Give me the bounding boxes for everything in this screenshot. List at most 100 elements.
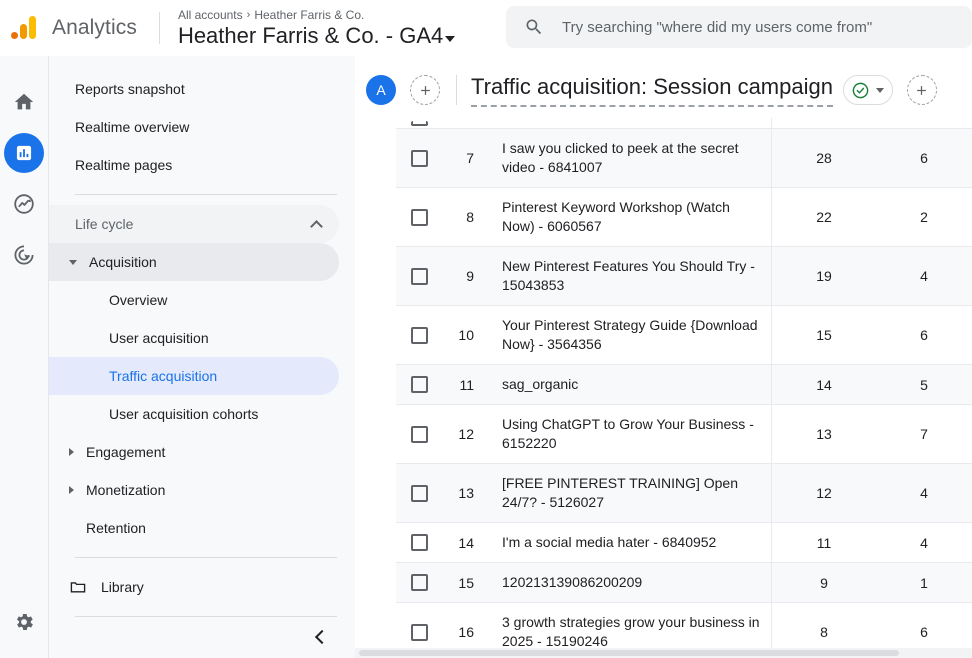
row-index: 7 (466, 150, 474, 166)
row-checkbox[interactable] (410, 267, 428, 285)
row-checkbox[interactable] (410, 376, 428, 393)
row-checkbox[interactable] (410, 120, 428, 126)
icon-rail (0, 56, 48, 658)
sidebar-group-acquisition[interactable]: Acquisition (49, 243, 339, 281)
row-index (442, 118, 480, 128)
sidebar-item-realtime-pages[interactable]: Realtime pages (49, 146, 339, 184)
row-checkbox-cell[interactable] (396, 563, 442, 602)
sidebar-item-label: Retention (86, 520, 146, 536)
table-row[interactable]: 8 Pinterest Keyword Workshop (Watch Now) … (396, 188, 972, 247)
data-table[interactable]: 7 I saw you clicked to peek at the secret… (396, 118, 972, 648)
advertising-icon (14, 245, 34, 265)
breadcrumb-separator-icon: › (246, 8, 251, 21)
table-row[interactable]: 9 New Pinterest Features You Should Try -… (396, 247, 972, 306)
table-row[interactable]: 13 [FREE PINTEREST TRAINING] Open 24/7? -… (396, 464, 972, 523)
rail-item-explore[interactable] (4, 184, 44, 224)
rail-item-advertising[interactable] (4, 235, 44, 275)
sidebar-collapse-button[interactable] (307, 624, 333, 650)
row-name: Pinterest Keyword Workshop (Watch Now) -… (480, 188, 772, 246)
sidebar-item-reports-snapshot[interactable]: Reports snapshot (49, 70, 339, 108)
row-metric-2: 6 (920, 327, 928, 343)
brand-name: Analytics (52, 16, 137, 39)
row-checkbox[interactable] (410, 149, 428, 167)
sidebar-item-realtime-overview[interactable]: Realtime overview (49, 108, 339, 146)
row-checkbox-cell[interactable] (396, 365, 442, 404)
account-selector[interactable]: All accounts › Heather Farris & Co. Heat… (178, 8, 456, 49)
table-row[interactable]: 14 I'm a social media hater - 6840952 11 4 (396, 523, 972, 563)
row-checkbox[interactable] (410, 484, 428, 502)
triangle-down-icon (69, 259, 77, 265)
chevron-down-icon[interactable] (445, 35, 456, 42)
row-index: 10 (458, 327, 474, 343)
row-checkbox[interactable] (410, 208, 428, 226)
property-row[interactable]: Heather Farris & Co. - GA4 (178, 23, 456, 49)
table-row[interactable]: 7 I saw you clicked to peek at the secret… (396, 129, 972, 188)
row-checkbox[interactable] (410, 326, 428, 344)
add-report-button[interactable] (906, 75, 937, 105)
row-metric-1: 9 (820, 574, 828, 591)
chevron-down-icon[interactable] (875, 87, 884, 93)
sidebar-divider (75, 616, 337, 617)
sidebar-item-label: Realtime overview (75, 119, 190, 135)
sidebar-item-user-acquisition-cohorts[interactable]: User acquisition cohorts (49, 395, 339, 433)
table-row[interactable]: 10 Your Pinterest Strategy Guide {Downloa… (396, 306, 972, 365)
row-name: I'm a social media hater - 6840952 (480, 523, 772, 562)
rail-item-admin[interactable] (4, 602, 44, 642)
triangle-right-icon (69, 486, 74, 494)
row-checkbox-cell[interactable] (396, 405, 442, 463)
row-metric-1: 11 (816, 534, 832, 551)
avatar[interactable]: A (366, 75, 396, 105)
search-bar[interactable]: Try searching "where did my users come f… (506, 6, 972, 48)
sidebar-group-label: Acquisition (89, 254, 157, 270)
row-index: 12 (458, 426, 474, 442)
add-comparison-button[interactable] (410, 75, 440, 105)
triangle-right-icon (69, 448, 74, 456)
analytics-app: Analytics All accounts › Heather Farris … (0, 0, 972, 658)
table-row[interactable]: 15 120213139086200209 9 1 (396, 563, 972, 603)
sidebar-item-library[interactable]: Library (49, 568, 339, 606)
row-checkbox-cell[interactable] (396, 603, 442, 648)
row-checkbox-cell[interactable] (396, 523, 442, 562)
sidebar-section-life-cycle[interactable]: Life cycle (49, 205, 339, 243)
row-checkbox[interactable] (410, 534, 428, 551)
status-badge[interactable] (842, 75, 893, 105)
sidebar-item-traffic-acquisition[interactable]: Traffic acquisition (49, 357, 339, 395)
table-row-partial[interactable] (396, 118, 972, 138)
row-metric-2: 4 (920, 534, 928, 551)
row-checkbox[interactable] (410, 574, 428, 591)
rail-item-reports[interactable] (4, 133, 44, 173)
sidebar-item-retention[interactable]: Retention (49, 509, 339, 547)
table-row[interactable]: 12 Using ChatGPT to Grow Your Business - … (396, 405, 972, 464)
sidebar-group-monetization[interactable]: Monetization (49, 471, 339, 509)
row-checkbox-cell[interactable] (396, 306, 442, 364)
row-checkbox-cell[interactable] (396, 129, 442, 187)
row-checkbox[interactable] (410, 623, 428, 641)
row-name: I saw you clicked to peek at the secret … (480, 129, 772, 187)
scrollbar-thumb[interactable] (359, 650, 899, 656)
sidebar-divider (75, 194, 337, 195)
breadcrumb-account[interactable]: Heather Farris & Co. (254, 8, 364, 22)
row-checkbox-cell[interactable] (396, 247, 442, 305)
table-row[interactable]: 16 3 growth strategies grow your business… (396, 603, 972, 648)
row-checkbox-cell[interactable] (396, 118, 442, 128)
row-metric-1: 28 (816, 150, 832, 166)
table-row[interactable]: 11 sag_organic 14 5 (396, 365, 972, 405)
row-metric-2: 7 (920, 426, 928, 442)
sidebar-item-user-acquisition[interactable]: User acquisition (49, 319, 339, 357)
breadcrumb-root[interactable]: All accounts (178, 8, 243, 22)
rail-item-home[interactable] (4, 82, 44, 122)
chevron-up-icon[interactable] (310, 219, 323, 233)
sidebar-group-engagement[interactable]: Engagement (49, 433, 339, 471)
header-divider (456, 75, 457, 105)
row-checkbox-cell[interactable] (396, 188, 442, 246)
row-name: New Pinterest Features You Should Try - … (480, 247, 772, 305)
gear-icon (16, 614, 33, 630)
report-title[interactable]: Traffic acquisition: Session campaign (471, 73, 833, 107)
search-input[interactable]: Try searching "where did my users come f… (562, 19, 872, 36)
horizontal-scrollbar[interactable] (355, 648, 972, 658)
row-checkbox[interactable] (410, 425, 428, 443)
sidebar-item-label: Traffic acquisition (109, 368, 218, 384)
sidebar-item-label: Overview (109, 292, 168, 308)
row-checkbox-cell[interactable] (396, 464, 442, 522)
sidebar-item-overview[interactable]: Overview (49, 281, 339, 319)
